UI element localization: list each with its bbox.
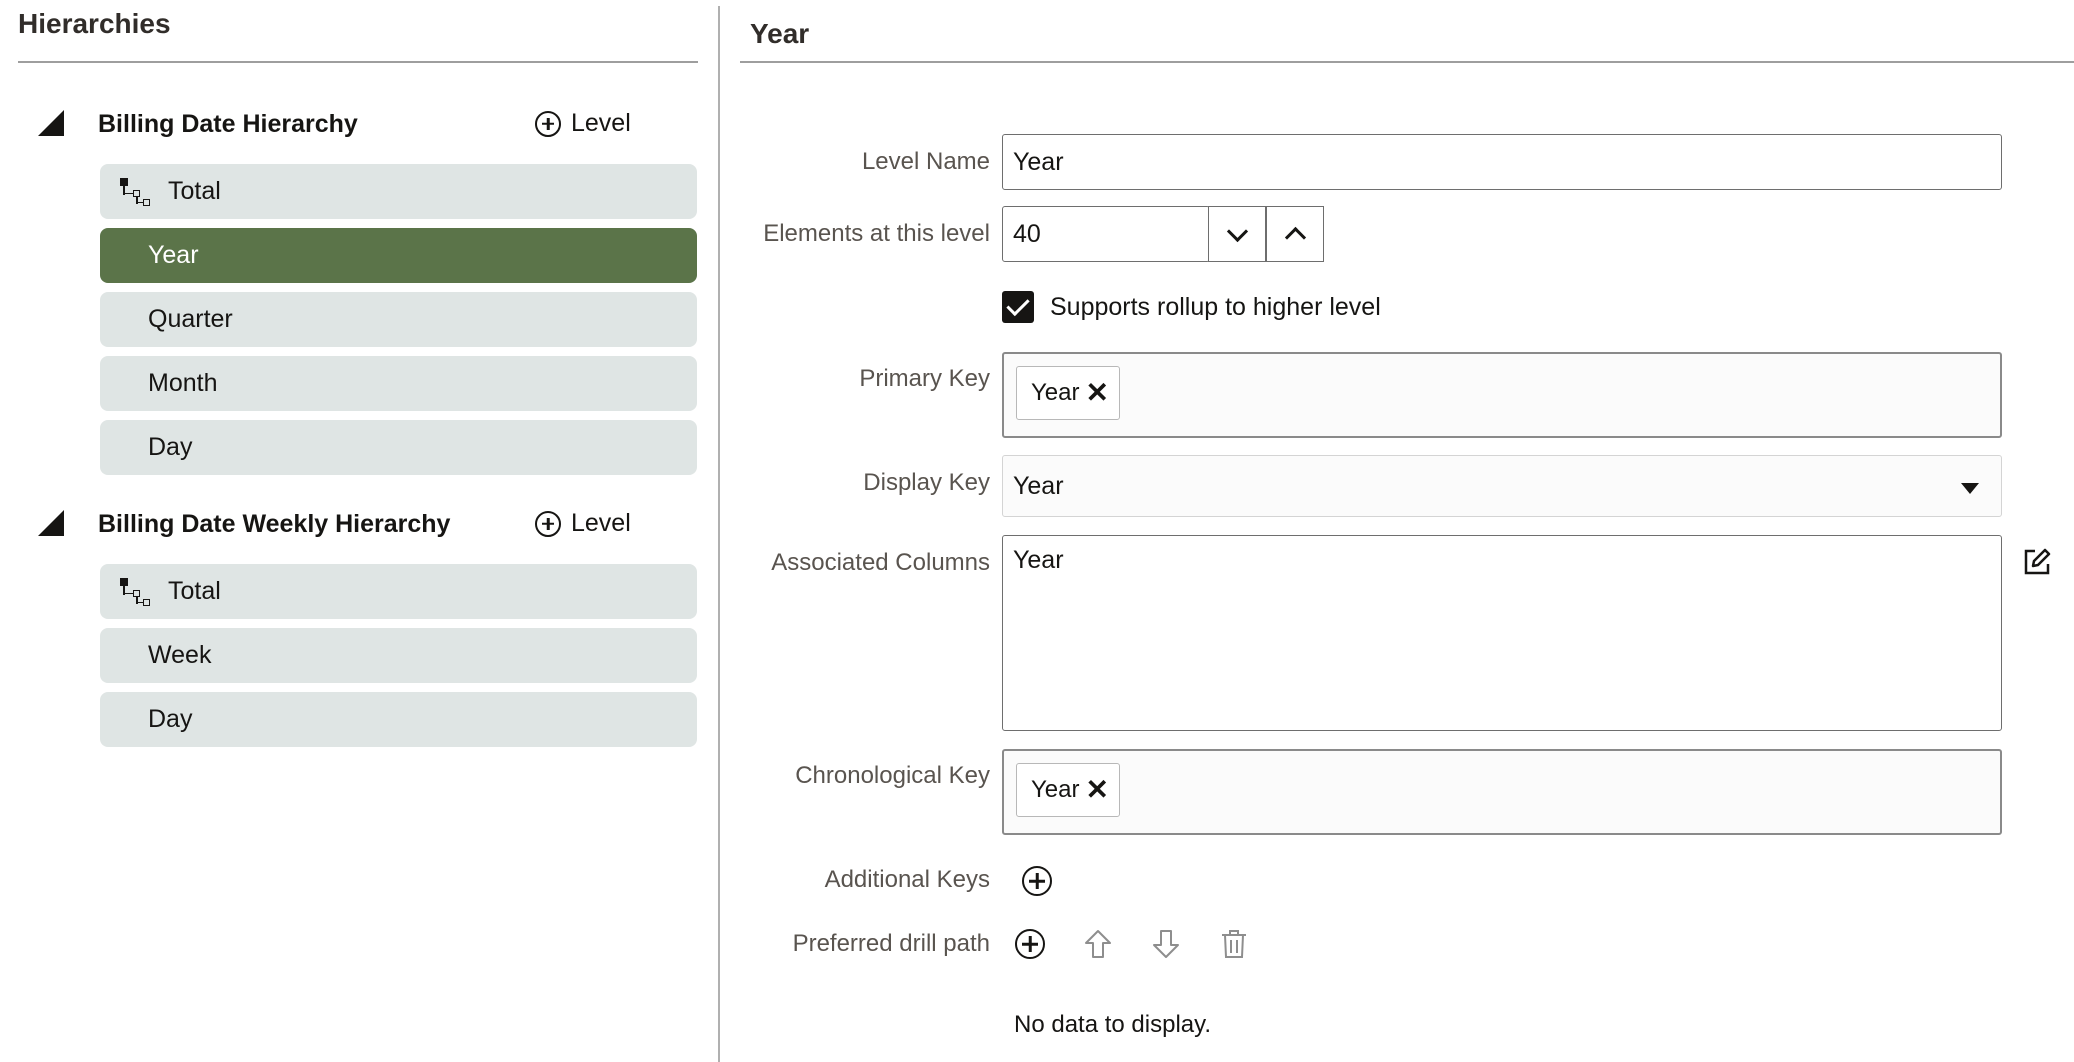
elements-stepper-input[interactable]: 40 <box>1002 206 1210 262</box>
chevron-up-icon <box>1284 226 1306 248</box>
add-level-button[interactable]: Level <box>535 109 631 138</box>
add-circle-icon <box>535 110 561 137</box>
collapse-triangle-icon[interactable] <box>38 510 64 536</box>
display-key-select[interactable]: Year <box>1002 455 2002 517</box>
right-title-divider <box>740 61 2074 63</box>
add-level-label: Level <box>571 109 631 137</box>
display-key-value: Year <box>1013 471 1064 500</box>
chip-label: Year <box>1031 379 1080 406</box>
add-circle-icon <box>535 510 561 537</box>
preferred-drill-path-label: Preferred drill path <box>792 930 990 957</box>
level-label: Total <box>168 577 221 605</box>
primary-key-label: Primary Key <box>859 365 990 392</box>
add-circle-icon[interactable] <box>1022 866 1052 896</box>
level-item-week[interactable]: Week <box>100 628 697 683</box>
associated-columns-textarea[interactable]: Year <box>1002 535 2002 731</box>
associated-columns-value: Year <box>1013 546 1064 574</box>
level-label: Quarter <box>148 305 233 333</box>
level-label: Year <box>148 241 199 269</box>
level-item-day[interactable]: Day <box>100 420 697 475</box>
add-circle-icon[interactable] <box>1015 929 1045 959</box>
arrow-down-icon[interactable] <box>1151 928 1181 965</box>
additional-keys-label: Additional Keys <box>824 866 990 893</box>
level-label: Day <box>148 433 193 461</box>
display-key-label: Display Key <box>863 469 990 496</box>
decrement-button[interactable] <box>1208 206 1266 262</box>
add-level-button[interactable]: Level <box>535 509 631 538</box>
level-name-label: Level Name <box>861 148 990 175</box>
chronological-key-chip: Year ✕ <box>1016 763 1120 817</box>
rollup-label: Supports rollup to higher level <box>1050 293 1381 321</box>
primary-key-chip: Year ✕ <box>1016 366 1120 420</box>
hierarchy-tree-icon <box>118 576 152 608</box>
level-item-month[interactable]: Month <box>100 356 697 411</box>
level-label: Week <box>148 641 212 669</box>
level-item-total[interactable]: Total <box>100 164 697 219</box>
level-label: Day <box>148 705 193 733</box>
chevron-down-icon <box>1226 220 1248 242</box>
collapse-triangle-icon[interactable] <box>38 110 64 136</box>
level-item-day[interactable]: Day <box>100 692 697 747</box>
level-detail-title: Year <box>750 18 810 49</box>
rollup-checkbox[interactable] <box>1002 291 1034 323</box>
primary-key-input[interactable]: Year ✕ <box>1002 352 2002 438</box>
panel-divider <box>718 6 720 1062</box>
chip-label: Year <box>1031 776 1080 803</box>
chronological-key-label: Chronological Key <box>795 762 990 789</box>
hierarchies-title: Hierarchies <box>18 8 171 39</box>
remove-x-icon[interactable]: ✕ <box>1086 776 1109 804</box>
arrow-up-icon[interactable] <box>1083 928 1113 965</box>
level-item-total[interactable]: Total <box>100 564 697 619</box>
hierarchy-name: Billing Date Weekly Hierarchy <box>98 510 451 538</box>
edit-icon[interactable] <box>2022 547 2052 582</box>
hierarchy-name: Billing Date Hierarchy <box>98 110 358 138</box>
level-name-input[interactable]: Year <box>1002 134 2002 190</box>
trash-icon[interactable] <box>1220 928 1248 965</box>
associated-columns-label: Associated Columns <box>771 549 990 576</box>
remove-x-icon[interactable]: ✕ <box>1086 379 1109 407</box>
increment-button[interactable] <box>1266 206 1324 262</box>
empty-drill-path-message: No data to display. <box>1014 1011 1212 1038</box>
elements-label: Elements at this level <box>763 220 990 247</box>
level-label: Month <box>148 369 218 397</box>
dropdown-caret-icon <box>1961 483 1979 494</box>
add-level-label: Level <box>571 509 631 537</box>
left-title-divider <box>18 61 698 63</box>
hierarchy-tree-icon <box>118 176 152 208</box>
level-item-quarter[interactable]: Quarter <box>100 292 697 347</box>
chronological-key-input[interactable]: Year ✕ <box>1002 749 2002 835</box>
level-label: Total <box>168 177 221 205</box>
level-item-year[interactable]: Year <box>100 228 697 283</box>
